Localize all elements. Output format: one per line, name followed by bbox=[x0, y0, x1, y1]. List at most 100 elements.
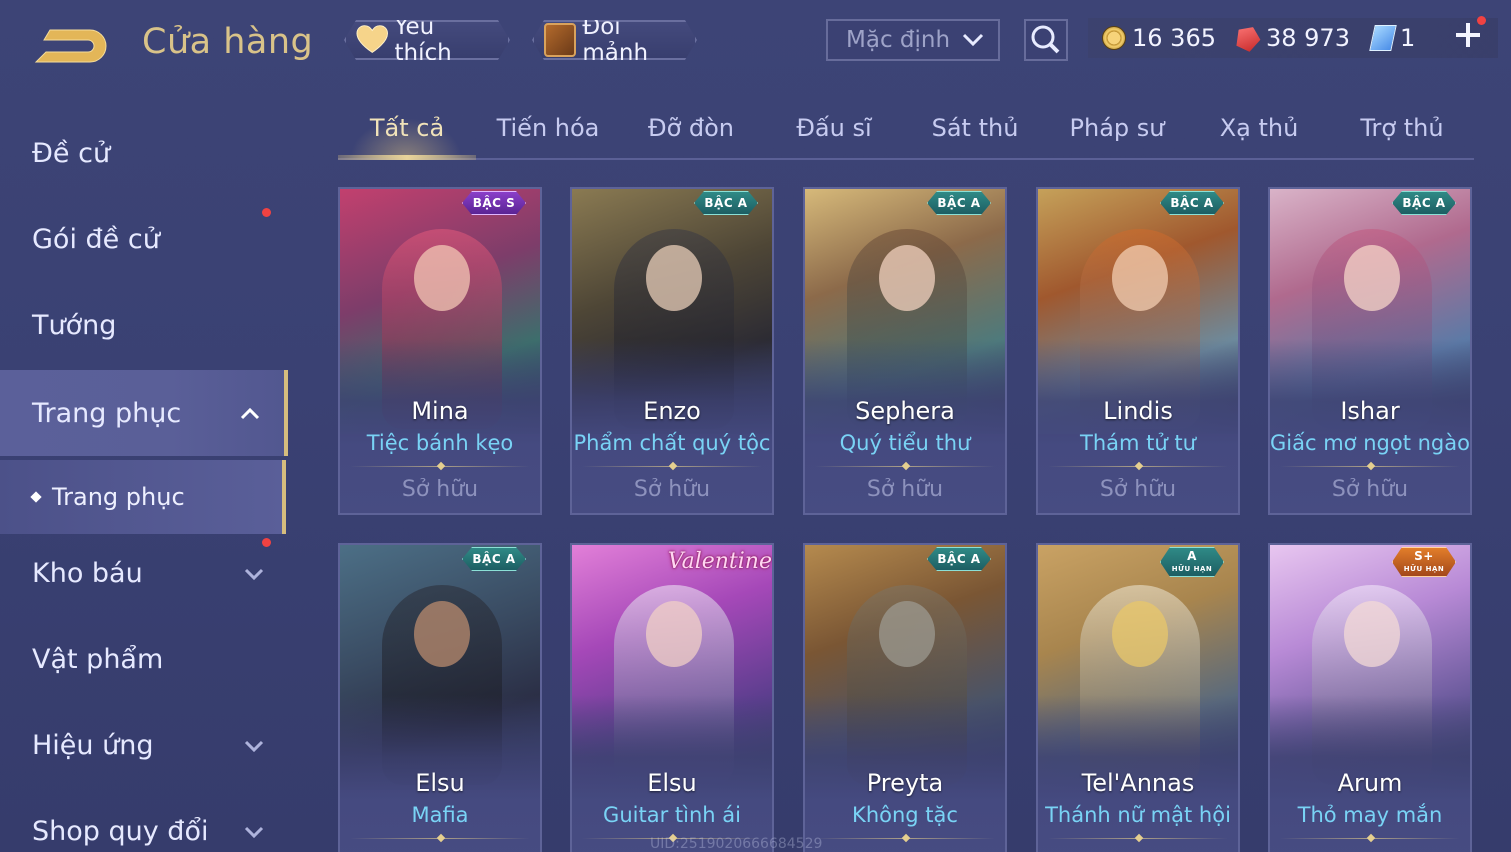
voucher-value: 1 bbox=[1399, 24, 1416, 52]
sidebar-item-exchange-shop[interactable]: Shop quy đổi bbox=[0, 788, 288, 852]
hero-name: Lindis bbox=[1103, 397, 1173, 425]
tab-mage[interactable]: Pháp sư bbox=[1064, 114, 1170, 156]
sidebar-item-featured[interactable]: Đề cử bbox=[0, 110, 288, 196]
sidebar-item-effects[interactable]: Hiệu ứng bbox=[0, 702, 288, 788]
sidebar-item-label: Shop quy đổi bbox=[32, 815, 209, 847]
skin-card[interactable]: A HỮU HẠN Tel'Annas Thánh nữ mật hội bbox=[1036, 543, 1240, 852]
rank-badge: BẬC A bbox=[1392, 191, 1456, 215]
owned-status: Sở hữu bbox=[633, 477, 711, 502]
rank-badge: BẬC A bbox=[927, 191, 991, 215]
hero-name: Tel'Annas bbox=[1081, 769, 1195, 797]
sidebar: Đề cử Gói đề cử Tướng Trang phục Trang p… bbox=[0, 110, 288, 852]
voucher-icon bbox=[1369, 25, 1397, 51]
skin-card[interactable]: S+ HỮU HẠN Arum Thỏ may mắn bbox=[1268, 543, 1472, 852]
search-icon bbox=[1031, 25, 1060, 54]
hero-name: Mina bbox=[411, 397, 469, 425]
tab-marksman[interactable]: Xạ thủ bbox=[1214, 114, 1304, 156]
rank-badge: S+ HỮU HẠN bbox=[1392, 547, 1456, 577]
divider bbox=[572, 461, 772, 471]
skin-card[interactable]: Valentine Elsu Guitar tình ái bbox=[570, 543, 774, 852]
skin-name: Mafia bbox=[411, 803, 469, 827]
skin-name: Phẩm chất quý tộc bbox=[573, 431, 771, 455]
uid-watermark: UID:2519020666684529 bbox=[650, 836, 823, 852]
sidebar-item-label: Hiệu ứng bbox=[32, 729, 154, 761]
exchange-shards-button[interactable]: Đổi mảnh bbox=[532, 20, 697, 60]
hero-name: Arum bbox=[1337, 769, 1403, 797]
favorites-button[interactable]: Yêu thích bbox=[344, 20, 510, 60]
sidebar-item-label: Gói đề cử bbox=[32, 223, 160, 255]
sidebar-item-featured-bundles[interactable]: Gói đề cử bbox=[0, 196, 288, 282]
tab-evolution[interactable]: Tiến hóa bbox=[488, 114, 608, 156]
hero-name: Ishar bbox=[1340, 397, 1400, 425]
sidebar-item-label: Đề cử bbox=[32, 137, 111, 169]
hero-name: Elsu bbox=[647, 769, 697, 797]
rank-badge: A HỮU HẠN bbox=[1160, 547, 1224, 577]
skin-name: Tiệc bánh kẹo bbox=[366, 431, 514, 455]
sidebar-subitem-label: Trang phục bbox=[52, 483, 185, 511]
skin-name: Thánh nữ mật hội bbox=[1045, 803, 1231, 827]
tab-fighter[interactable]: Đấu sĩ bbox=[786, 114, 882, 156]
owned-status: Sở hữu bbox=[1331, 477, 1409, 502]
owned-status: Sở hữu bbox=[1099, 477, 1177, 502]
sidebar-item-label: Kho báu bbox=[32, 557, 143, 589]
rank-badge: BẬC A bbox=[462, 547, 526, 571]
currency-bar: 16 365 38 973 1 bbox=[1088, 18, 1498, 58]
skin-card[interactable]: BẬC A Sephera Quý tiểu thư Sở hữu bbox=[803, 187, 1007, 515]
sidebar-item-treasure[interactable]: Kho báu bbox=[0, 530, 288, 616]
divider bbox=[1038, 461, 1238, 471]
sort-dropdown[interactable]: Mặc định bbox=[826, 19, 1000, 61]
sidebar-item-skins[interactable]: Trang phục bbox=[0, 370, 288, 456]
sidebar-subitem-skins[interactable]: Trang phục bbox=[0, 460, 286, 534]
tab-all[interactable]: Tất cả bbox=[358, 114, 456, 156]
sort-value: Mặc định bbox=[846, 27, 951, 53]
rank-badge: BẬC A bbox=[927, 547, 991, 571]
divider bbox=[340, 833, 540, 843]
divider bbox=[1270, 461, 1470, 471]
sidebar-item-label: Trang phục bbox=[32, 397, 182, 429]
tab-support[interactable]: Trợ thủ bbox=[1352, 114, 1452, 156]
skin-name: Thỏ may mắn bbox=[1297, 803, 1443, 827]
diamond-bullet-icon bbox=[30, 491, 42, 503]
hero-name: Sephera bbox=[855, 397, 955, 425]
owned-status: Sở hữu bbox=[866, 477, 944, 502]
tab-tank[interactable]: Đỡ đòn bbox=[638, 114, 744, 156]
gold-balance: 16 365 bbox=[1102, 24, 1216, 52]
top-bar: Cửa hàng Yêu thích Đổi mảnh Mặc định 16 … bbox=[0, 0, 1511, 88]
skin-name: Thám tử tư bbox=[1080, 431, 1196, 455]
divider bbox=[1270, 833, 1470, 843]
hero-name: Elsu bbox=[415, 769, 465, 797]
skin-card[interactable]: BẬC A Preyta Không tặc bbox=[803, 543, 1007, 852]
tab-assassin[interactable]: Sát thủ bbox=[922, 114, 1028, 156]
owned-status: Sở hữu bbox=[401, 477, 479, 502]
skin-card[interactable]: BẬC A Elsu Mafia bbox=[338, 543, 542, 852]
skin-card[interactable]: BẬC A Enzo Phẩm chất quý tộc Sở hữu bbox=[570, 187, 774, 515]
chevron-down-icon bbox=[244, 826, 264, 838]
favorites-label: Yêu thích bbox=[394, 14, 452, 66]
rank-badge: BẬC A bbox=[694, 191, 758, 215]
gold-coin-icon bbox=[1102, 26, 1126, 50]
back-arrow-icon[interactable] bbox=[30, 22, 112, 68]
divider bbox=[805, 461, 1005, 471]
chevron-down-icon bbox=[244, 568, 264, 580]
page-title: Cửa hàng bbox=[142, 22, 314, 62]
heart-icon bbox=[356, 25, 388, 55]
skin-card[interactable]: BẬC A Ishar Giấc mơ ngọt ngào Sở hữu bbox=[1268, 187, 1472, 515]
valentine-logo: Valentine bbox=[667, 549, 772, 574]
rank-badge: BẬC A bbox=[1160, 191, 1224, 215]
skin-card[interactable]: BẬC A Lindis Thám tử tư Sở hữu bbox=[1036, 187, 1240, 515]
chevron-down-icon bbox=[962, 33, 984, 47]
sidebar-item-heroes[interactable]: Tướng bbox=[0, 282, 288, 368]
sidebar-item-items[interactable]: Vật phẩm bbox=[0, 616, 288, 702]
divider bbox=[1038, 833, 1238, 843]
gold-value: 16 365 bbox=[1132, 24, 1216, 52]
skin-card[interactable]: BẬC S Mina Tiệc bánh kẹo Sở hữu bbox=[338, 187, 542, 515]
search-button[interactable] bbox=[1024, 19, 1068, 61]
ruby-balance: 38 973 bbox=[1236, 24, 1350, 52]
skin-name: Guitar tình ái bbox=[603, 803, 741, 827]
sidebar-item-label: Tướng bbox=[32, 309, 117, 341]
hero-name: Preyta bbox=[866, 769, 944, 797]
rank-badge: BẬC S bbox=[462, 191, 526, 215]
hero-name: Enzo bbox=[643, 397, 701, 425]
divider bbox=[805, 833, 1005, 843]
tab-active-underline bbox=[338, 155, 476, 160]
